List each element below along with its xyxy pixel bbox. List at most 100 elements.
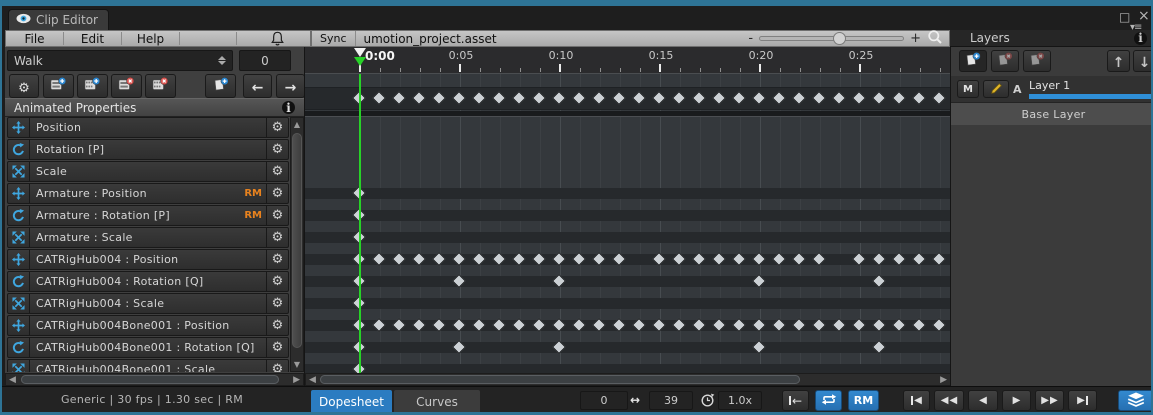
property-row[interactable]: CATRigHub004 : Rotation [Q]⚙: [7, 271, 289, 292]
move-layer-up-button[interactable]: ↑: [1107, 50, 1130, 72]
scrollbar-thumb[interactable]: [320, 375, 800, 384]
scrollbar-thumb[interactable]: [21, 375, 279, 384]
playback-speed-input[interactable]: 1.0x: [718, 391, 762, 410]
maximize-button[interactable]: □: [1119, 11, 1130, 23]
timeline-zoom-slider[interactable]: [759, 36, 904, 41]
scroll-right-arrow[interactable]: ▶: [940, 375, 947, 385]
property-settings-gear-icon[interactable]: ⚙: [266, 206, 288, 225]
layer-add-icon: [965, 52, 981, 71]
property-row[interactable]: Armature : Rotation [P]RM⚙: [7, 205, 289, 226]
last-frame-button[interactable]: ▶: [1068, 390, 1097, 411]
layer-weight-bar[interactable]: [1029, 94, 1151, 99]
property-settings-gear-icon[interactable]: ⚙: [266, 272, 288, 291]
play-button[interactable]: ▶: [1002, 390, 1031, 411]
last-frame-input[interactable]: 39: [649, 391, 693, 410]
loop-playback-button[interactable]: [815, 390, 842, 411]
jump-to-start-button[interactable]: ←: [782, 390, 809, 411]
next-keyframe-button[interactable]: →: [276, 74, 305, 98]
dopesheet-track: [305, 276, 951, 287]
property-row[interactable]: Rotation [P]⚙: [7, 139, 289, 160]
playhead-marker-icon[interactable]: [354, 57, 366, 66]
property-row[interactable]: CATRigHub004 : Position⚙: [7, 249, 289, 270]
property-row[interactable]: Scale⚙: [7, 161, 289, 182]
property-settings-gear-icon[interactable]: ⚙: [266, 118, 288, 137]
sync-button[interactable]: Sync: [312, 31, 356, 46]
timeline-zoom-slider-handle[interactable]: [833, 32, 846, 45]
menu-item-edit[interactable]: Edit: [64, 32, 121, 46]
prev-keyframe-button[interactable]: ←: [243, 74, 272, 98]
scroll-right-arrow[interactable]: ▶: [293, 375, 300, 385]
clip-select-dropdown[interactable]: Walk: [7, 50, 233, 71]
ruler-minor-tick: [900, 68, 901, 72]
scroll-left-arrow[interactable]: ◀: [9, 375, 16, 385]
clip-frame-input[interactable]: 0: [239, 50, 291, 71]
layer-edit-button[interactable]: [983, 80, 1009, 98]
add-layer-button[interactable]: [959, 50, 987, 72]
properties-horizontal-scrollbar[interactable]: ◀ ▶: [5, 373, 304, 386]
scrollbar-thumb[interactable]: [292, 133, 302, 348]
delete-layer-button[interactable]: [991, 50, 1019, 72]
add-keyframe-button[interactable]: [43, 74, 74, 98]
property-row[interactable]: Armature : PositionRM⚙: [7, 183, 289, 204]
property-settings-gear-icon[interactable]: ⚙: [266, 294, 288, 313]
property-settings-gear-icon[interactable]: ⚙: [266, 338, 288, 357]
root-motion-button[interactable]: RM: [848, 390, 879, 411]
animated-properties-info-icon[interactable]: i: [282, 101, 295, 114]
close-button[interactable]: ×: [1138, 10, 1150, 22]
ruler-minor-tick: [500, 68, 501, 72]
layer-name[interactable]: Layer 1: [1029, 79, 1070, 92]
property-settings-gear-icon[interactable]: ⚙: [266, 184, 288, 203]
playhead-line[interactable]: [359, 74, 361, 373]
window-tab-clip-editor[interactable]: Clip Editor: [8, 9, 109, 30]
layer-mute-button[interactable]: M: [957, 80, 979, 98]
tab-dopesheet[interactable]: Dopesheet: [311, 390, 392, 413]
add-pose-button[interactable]: [205, 74, 236, 98]
ruler-label: 0:25: [846, 49, 876, 62]
layers-info-icon[interactable]: i: [1134, 32, 1147, 45]
property-settings-gear-icon[interactable]: ⚙: [266, 360, 288, 372]
scroll-left-arrow[interactable]: ◀: [309, 375, 316, 385]
notification-bell-icon[interactable]: [271, 31, 284, 46]
first-frame-button[interactable]: ◀: [903, 390, 930, 411]
layer-row-base-layer[interactable]: Base Layer: [951, 103, 1153, 125]
property-settings-gear-icon[interactable]: ⚙: [266, 228, 288, 247]
move-layer-down-button[interactable]: ↓: [1133, 50, 1153, 72]
property-settings-gear-icon[interactable]: ⚙: [266, 250, 288, 269]
merge-layer-button[interactable]: [1023, 50, 1051, 72]
menu-item-file[interactable]: File: [6, 32, 63, 46]
rotate-icon: [8, 140, 30, 159]
magnifier-icon[interactable]: [927, 29, 943, 49]
property-row[interactable]: CATRigHub004Bone001 : Scale⚙: [7, 359, 289, 372]
playhead-marker-top[interactable]: [354, 48, 366, 57]
fast-rewind-button[interactable]: ◀◀: [934, 390, 964, 411]
properties-vertical-scrollbar[interactable]: ▲ ▼: [290, 117, 304, 372]
property-settings-gear-icon[interactable]: ⚙: [266, 316, 288, 335]
scroll-down-arrow[interactable]: ▼: [291, 360, 303, 369]
settings-button[interactable]: ⚙: [9, 74, 39, 98]
property-row[interactable]: Armature : Scale⚙: [7, 227, 289, 248]
property-row[interactable]: Position⚙: [7, 117, 289, 138]
scroll-up-arrow[interactable]: ▲: [291, 120, 303, 129]
property-row[interactable]: CATRigHub004Bone001 : Position⚙: [7, 315, 289, 336]
animated-properties-list: Position⚙Rotation [P]⚙Scale⚙Armature : P…: [5, 117, 290, 372]
layer-row-layer-1[interactable]: M A Layer 1: [951, 76, 1153, 103]
tab-curves[interactable]: Curves: [394, 390, 480, 413]
timeline-ruler[interactable]: 0:000:050:100:150:200:25: [305, 47, 951, 74]
property-settings-gear-icon[interactable]: ⚙: [266, 140, 288, 159]
property-label: Armature : Position: [30, 187, 244, 200]
property-row[interactable]: CATRigHub004Bone001 : Rotation [Q]⚙: [7, 337, 289, 358]
dopesheet-horizontal-scrollbar[interactable]: ◀ ▶: [305, 373, 951, 386]
timeline-zoom-in-label[interactable]: +: [910, 34, 921, 44]
step-back-button[interactable]: ◀: [968, 390, 998, 411]
add-keyframe-all-button[interactable]: [77, 74, 108, 98]
timeline-zoom-out-label[interactable]: -: [748, 34, 753, 44]
delete-keyframe-button[interactable]: [111, 74, 142, 98]
property-row[interactable]: CATRigHub004 : Scale⚙: [7, 293, 289, 314]
layer-view-button[interactable]: [1118, 390, 1153, 411]
property-settings-gear-icon[interactable]: ⚙: [266, 162, 288, 181]
fast-forward-button[interactable]: ▶▶: [1035, 390, 1064, 411]
dopesheet-grid[interactable]: [305, 74, 951, 373]
current-frame-input[interactable]: 0: [580, 391, 628, 410]
delete-keyframe-all-button[interactable]: [145, 74, 176, 98]
menu-item-help[interactable]: Help: [122, 32, 179, 46]
